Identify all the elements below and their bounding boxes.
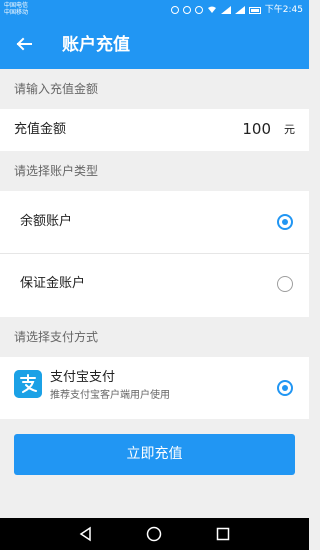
amount-row[interactable]: 充值金额 100 元 [0, 109, 309, 151]
account-section-header: 请选择账户类型 [14, 164, 99, 178]
signal-icon [220, 6, 231, 14]
signal-2-icon [234, 6, 245, 14]
status-bar: 中国电信 中国移动 下午2:45 [0, 0, 309, 20]
wifi-icon [207, 6, 216, 13]
carrier-info: 中国电信 中国移动 [4, 2, 28, 16]
amount-unit: 元 [284, 123, 295, 136]
payment-method-title: 支付宝支付 [50, 370, 116, 385]
back-arrow-icon[interactable] [14, 34, 34, 54]
eye-icon [194, 6, 203, 14]
amount-input[interactable]: 100 [242, 120, 271, 138]
carrier-1: 中国电信 [4, 2, 29, 9]
page-title: 账户充值 [62, 35, 130, 55]
radio-unselected[interactable] [277, 276, 293, 292]
status-time: 下午2:45 [264, 5, 303, 15]
account-option-label: 余额账户 [20, 214, 73, 229]
payment-option-alipay[interactable]: 支付宝支付 推荐支付宝客户端用户使用 [0, 357, 309, 419]
radio-selected[interactable] [277, 214, 293, 230]
amount-section-header: 请输入充值金额 [14, 82, 99, 96]
radio-selected[interactable] [277, 380, 293, 396]
payment-section-header: 请选择支付方式 [14, 330, 99, 344]
recharge-button[interactable]: 立即充值 [14, 434, 295, 475]
nav-home-icon[interactable] [146, 526, 162, 542]
app-bar: 账户充值 [0, 20, 309, 69]
account-option-deposit[interactable]: 保证金账户 [0, 254, 309, 317]
carrier-2: 中国移动 [4, 9, 29, 16]
amount-label: 充值金额 [14, 122, 67, 137]
account-option-balance[interactable]: 余额账户 [0, 191, 309, 253]
location-icon [170, 6, 179, 14]
alipay-logo-icon [14, 370, 42, 398]
account-option-label: 保证金账户 [20, 276, 86, 291]
status-icons: 下午2:45 [170, 4, 303, 16]
nav-back-icon[interactable] [78, 526, 94, 542]
system-nav-bar [0, 518, 309, 550]
alarm-icon [182, 6, 191, 14]
nav-recents-icon[interactable] [215, 526, 231, 542]
battery-icon [248, 6, 261, 14]
account-options: 余额账户 保证金账户 [0, 191, 309, 317]
payment-method-subtitle: 推荐支付宝客户端用户使用 [50, 390, 170, 401]
